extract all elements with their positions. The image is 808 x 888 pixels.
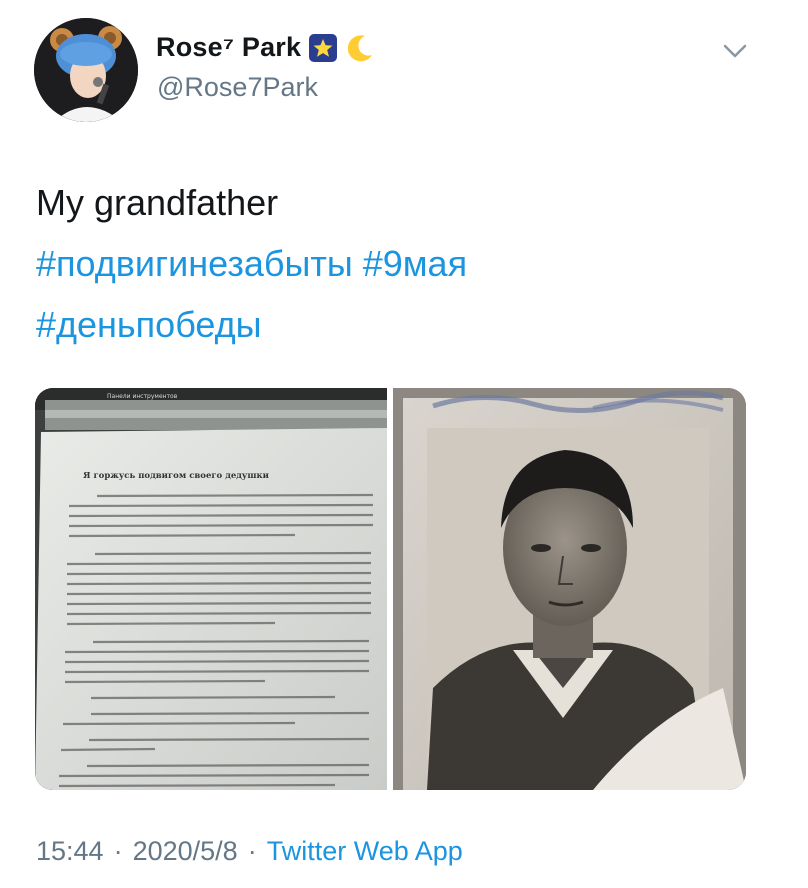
media-image-portrait[interactable]: [393, 388, 746, 790]
tweet-source-link[interactable]: Twitter Web App: [267, 836, 463, 867]
media-image-document[interactable]: Панели инструментов Я горжусь подвигом с…: [35, 388, 387, 790]
tweet-meta: 15:44 · 2020/5/8 · Twitter Web App: [36, 836, 463, 867]
media-grid: Панели инструментов Я горжусь подвигом с…: [35, 388, 746, 790]
chevron-down-icon[interactable]: [718, 36, 752, 66]
tweet-text: My grandfather #подвигинезабыты #9мая #д…: [36, 172, 467, 355]
hashtag-link[interactable]: #9мая: [363, 243, 467, 284]
hashtag-link[interactable]: #деньпобеды: [36, 304, 262, 345]
tweet-time[interactable]: 15:44: [36, 836, 104, 867]
svg-text:Панели инструментов: Панели инструментов: [107, 393, 178, 400]
hashtag-line: #подвигинезабыты #9мая: [36, 233, 467, 294]
meta-separator: ·: [247, 836, 257, 866]
meta-separator: ·: [113, 836, 123, 866]
avatar-photo-icon: [34, 18, 138, 122]
display-name[interactable]: Rose⁷ Park: [156, 32, 301, 63]
document-photo-icon: Панели инструментов Я горжусь подвигом с…: [35, 388, 387, 790]
tweet-text-line: My grandfather: [36, 182, 279, 223]
tweet-card: Rose⁷ Park @Rose7Park My grandfather #по…: [0, 0, 808, 888]
hashtag-link[interactable]: #подвигинезабыты: [36, 243, 353, 284]
portrait-photo-icon: [393, 388, 746, 790]
crescent-moon-icon: [345, 33, 375, 63]
star-emoji-icon: [309, 33, 338, 62]
svg-text:Я горжусь подвигом своего деду: Я горжусь подвигом своего дедушки: [83, 471, 270, 481]
author-name-row: Rose⁷ Park: [156, 32, 375, 63]
avatar[interactable]: [34, 18, 138, 122]
tweet-date[interactable]: 2020/5/8: [133, 836, 238, 867]
hashtag-line: #деньпобеды: [36, 294, 467, 355]
author-handle[interactable]: @Rose7Park: [157, 72, 318, 103]
